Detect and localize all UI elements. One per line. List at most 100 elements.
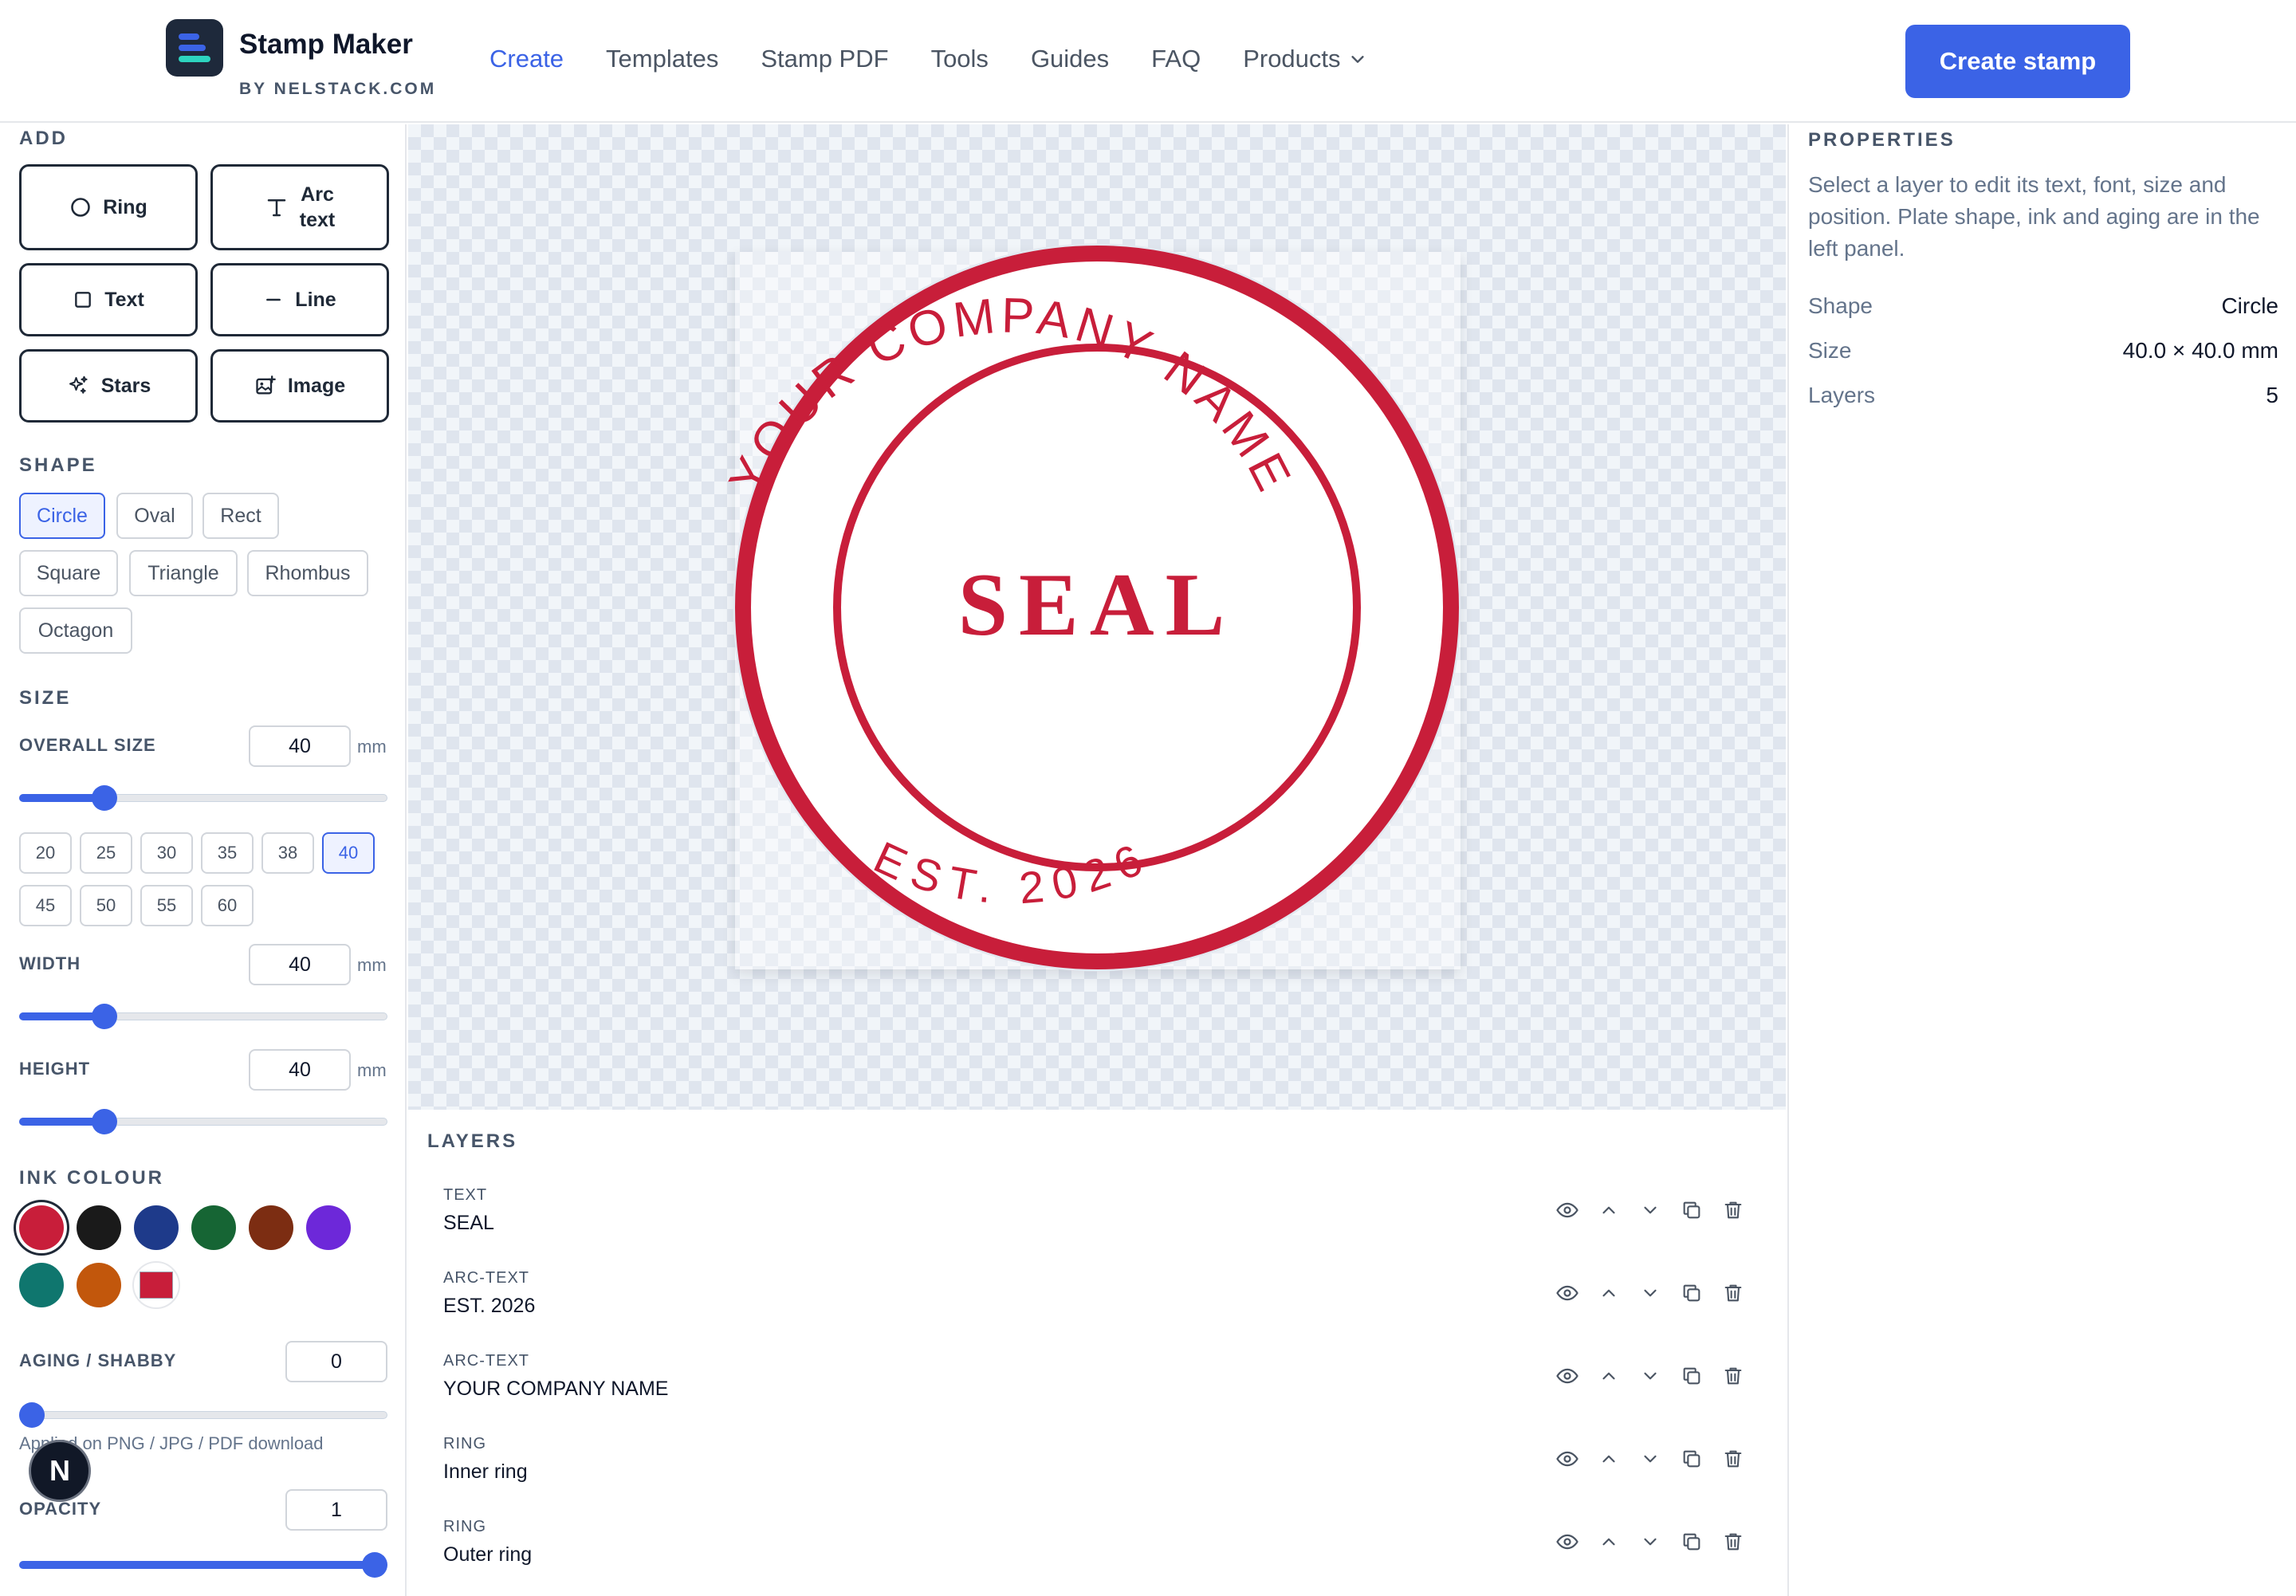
nav-products[interactable]: Products: [1243, 45, 1366, 73]
shape-square[interactable]: Square: [19, 550, 118, 596]
height-input[interactable]: [249, 1049, 351, 1091]
ink-swatch-purple[interactable]: [306, 1205, 351, 1250]
height-slider[interactable]: [19, 1109, 387, 1134]
stamp-preview[interactable]: YOUR COMPANY NAME EST. 2026 SEAL: [408, 124, 1786, 1110]
stamp-canvas[interactable]: YOUR COMPANY NAME EST. 2026 SEAL: [408, 124, 1786, 1110]
layer-row[interactable]: TEXT SEAL: [427, 1172, 1767, 1255]
overall-size-slider[interactable]: [19, 785, 387, 811]
add-stars-button[interactable]: Stars: [19, 349, 198, 423]
ink-swatch-black[interactable]: [77, 1205, 121, 1250]
center-text[interactable]: SEAL: [958, 556, 1236, 655]
chevron-up-icon[interactable]: [1594, 1362, 1623, 1390]
shape-oval[interactable]: Oval: [116, 493, 193, 539]
duplicate-icon[interactable]: [1677, 1279, 1706, 1307]
ink-swatch-green[interactable]: [191, 1205, 236, 1250]
width-input[interactable]: [249, 944, 351, 985]
trash-icon[interactable]: [1719, 1279, 1748, 1307]
nav-create[interactable]: Create: [489, 45, 564, 73]
chevron-down-icon[interactable]: [1636, 1196, 1665, 1225]
prop-key: Size: [1808, 338, 1852, 363]
slider-thumb[interactable]: [92, 1004, 117, 1029]
nav-guides[interactable]: Guides: [1031, 45, 1109, 73]
layer-row[interactable]: ARC-TEXT YOUR COMPANY NAME: [427, 1338, 1767, 1421]
size-preset-25[interactable]: 25: [80, 832, 132, 874]
add-line-button[interactable]: Line: [210, 263, 389, 336]
ink-swatch-orange[interactable]: [77, 1263, 121, 1307]
size-preset-30[interactable]: 30: [140, 832, 193, 874]
layer-name: Inner ring: [443, 1460, 528, 1483]
top-header: Stamp Maker BY NELSTACK.COM Create Templ…: [0, 0, 2296, 123]
height-unit: mm: [357, 1060, 387, 1080]
chevron-up-icon[interactable]: [1594, 1279, 1623, 1307]
opacity-slider[interactable]: [19, 1552, 387, 1578]
prop-row-shape: Shape Circle: [1808, 293, 2278, 319]
slider-thumb[interactable]: [19, 1402, 45, 1428]
chevron-up-icon[interactable]: [1594, 1196, 1623, 1225]
eye-icon[interactable]: [1553, 1196, 1582, 1225]
nav-tools[interactable]: Tools: [931, 45, 989, 73]
overall-size-input[interactable]: [249, 725, 351, 767]
layer-row[interactable]: ARC-TEXT EST. 2026: [427, 1255, 1767, 1338]
nav-stamp-pdf[interactable]: Stamp PDF: [761, 45, 888, 73]
shape-rect[interactable]: Rect: [202, 493, 279, 539]
size-preset-45[interactable]: 45: [19, 885, 72, 926]
eye-icon[interactable]: [1553, 1445, 1582, 1473]
slider-thumb[interactable]: [362, 1552, 387, 1578]
chevron-down-icon[interactable]: [1636, 1279, 1665, 1307]
logo-title[interactable]: Stamp Maker: [239, 29, 413, 61]
nextjs-badge[interactable]: N: [29, 1440, 91, 1502]
nav-faq[interactable]: FAQ: [1151, 45, 1201, 73]
size-preset-55[interactable]: 55: [140, 885, 193, 926]
add-text-button[interactable]: Text: [19, 263, 198, 336]
duplicate-icon[interactable]: [1677, 1196, 1706, 1225]
create-stamp-button[interactable]: Create stamp: [1905, 25, 2130, 98]
duplicate-icon[interactable]: [1677, 1445, 1706, 1473]
add-image-button[interactable]: Image: [210, 349, 389, 423]
width-unit: mm: [357, 955, 387, 975]
duplicate-icon[interactable]: [1677, 1527, 1706, 1556]
ink-swatch-blue[interactable]: [134, 1205, 179, 1250]
layer-actions: [1553, 1362, 1748, 1390]
aging-slider[interactable]: [19, 1402, 387, 1428]
chevron-down-icon[interactable]: [1636, 1445, 1665, 1473]
trash-icon[interactable]: [1719, 1527, 1748, 1556]
slider-thumb[interactable]: [92, 1109, 117, 1134]
ink-swatch-red[interactable]: [19, 1205, 64, 1250]
duplicate-icon[interactable]: [1677, 1362, 1706, 1390]
custom-ink-picker[interactable]: [132, 1261, 180, 1309]
eye-icon[interactable]: [1553, 1362, 1582, 1390]
shape-circle[interactable]: Circle: [19, 493, 105, 539]
logo-bar-3: [179, 56, 210, 62]
chevron-up-icon[interactable]: [1594, 1445, 1623, 1473]
ink-swatch-brown[interactable]: [249, 1205, 293, 1250]
layer-row[interactable]: RING Outer ring: [427, 1504, 1767, 1586]
chevron-down-icon[interactable]: [1636, 1362, 1665, 1390]
size-preset-20[interactable]: 20: [19, 832, 72, 874]
slider-thumb[interactable]: [92, 785, 117, 811]
add-ring-button[interactable]: Ring: [19, 164, 198, 250]
trash-icon[interactable]: [1719, 1196, 1748, 1225]
chevron-up-icon[interactable]: [1594, 1527, 1623, 1556]
logo-icon[interactable]: [166, 19, 223, 77]
width-slider[interactable]: [19, 1004, 387, 1029]
add-arc-text-button[interactable]: Arc text: [210, 164, 389, 250]
size-preset-50[interactable]: 50: [80, 885, 132, 926]
aging-input[interactable]: [285, 1341, 387, 1382]
layer-row[interactable]: RING Inner ring: [427, 1421, 1767, 1504]
shape-triangle[interactable]: Triangle: [129, 550, 238, 596]
size-preset-60[interactable]: 60: [201, 885, 254, 926]
opacity-input[interactable]: [285, 1489, 387, 1531]
chevron-down-icon[interactable]: [1636, 1527, 1665, 1556]
nav-templates[interactable]: Templates: [606, 45, 718, 73]
eye-icon[interactable]: [1553, 1527, 1582, 1556]
size-preset-38[interactable]: 38: [261, 832, 314, 874]
ink-swatch-teal[interactable]: [19, 1263, 64, 1307]
size-preset-40[interactable]: 40: [322, 832, 375, 874]
trash-icon[interactable]: [1719, 1362, 1748, 1390]
shape-octagon[interactable]: Octagon: [19, 607, 132, 654]
eye-icon[interactable]: [1553, 1279, 1582, 1307]
size-preset-35[interactable]: 35: [201, 832, 254, 874]
trash-icon[interactable]: [1719, 1445, 1748, 1473]
add-stars-label: Stars: [100, 375, 151, 397]
shape-rhombus[interactable]: Rhombus: [247, 550, 368, 596]
